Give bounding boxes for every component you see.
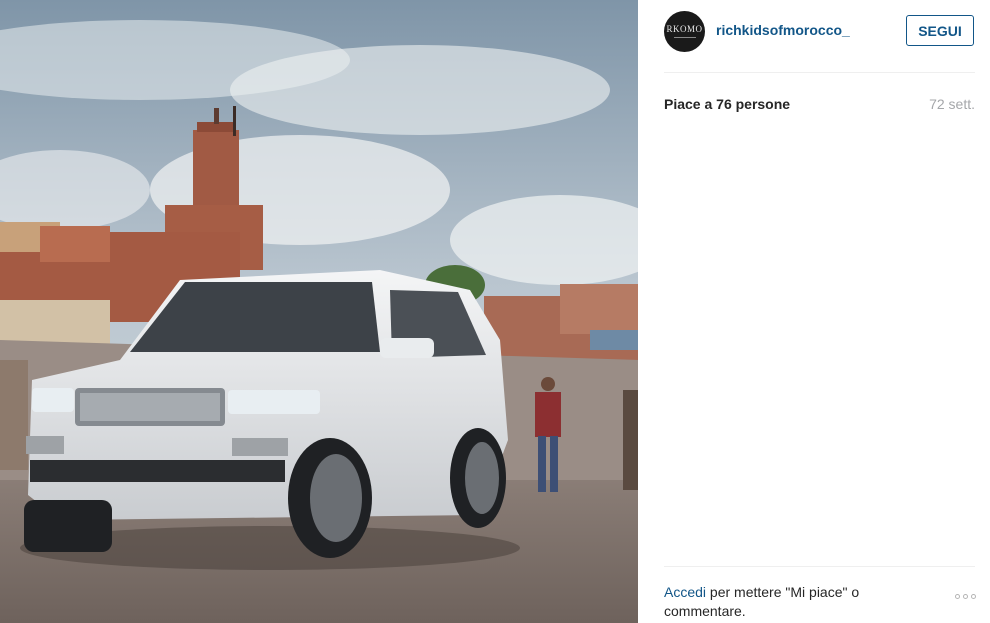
photo-image [0, 0, 638, 623]
ellipsis-icon[interactable] [955, 594, 976, 599]
follow-button[interactable]: SEGUI [906, 15, 974, 46]
post-photo[interactable] [0, 0, 638, 623]
likes-count[interactable]: Piace a 76 persone [664, 96, 790, 112]
username-link[interactable]: richkidsofmorocco_ [716, 22, 850, 38]
post-timestamp[interactable]: 72 sett. [929, 96, 975, 112]
more-dot [963, 594, 968, 599]
header-divider [664, 72, 975, 73]
avatar-rule [673, 37, 696, 38]
more-dot [955, 594, 960, 599]
avatar[interactable]: RKOMO [664, 11, 705, 52]
more-dot [971, 594, 976, 599]
avatar-monogram: RKOMO [666, 24, 703, 34]
post-sidebar: RKOMO richkidsofmorocco_ SEGUI Piace a 7… [638, 0, 990, 623]
login-link[interactable]: Accedi [664, 584, 706, 600]
post-header: RKOMO richkidsofmorocco_ SEGUI [638, 0, 990, 72]
login-prompt: Accedi per mettere "Mi piace" o commenta… [664, 583, 924, 621]
comments-divider [664, 566, 975, 567]
